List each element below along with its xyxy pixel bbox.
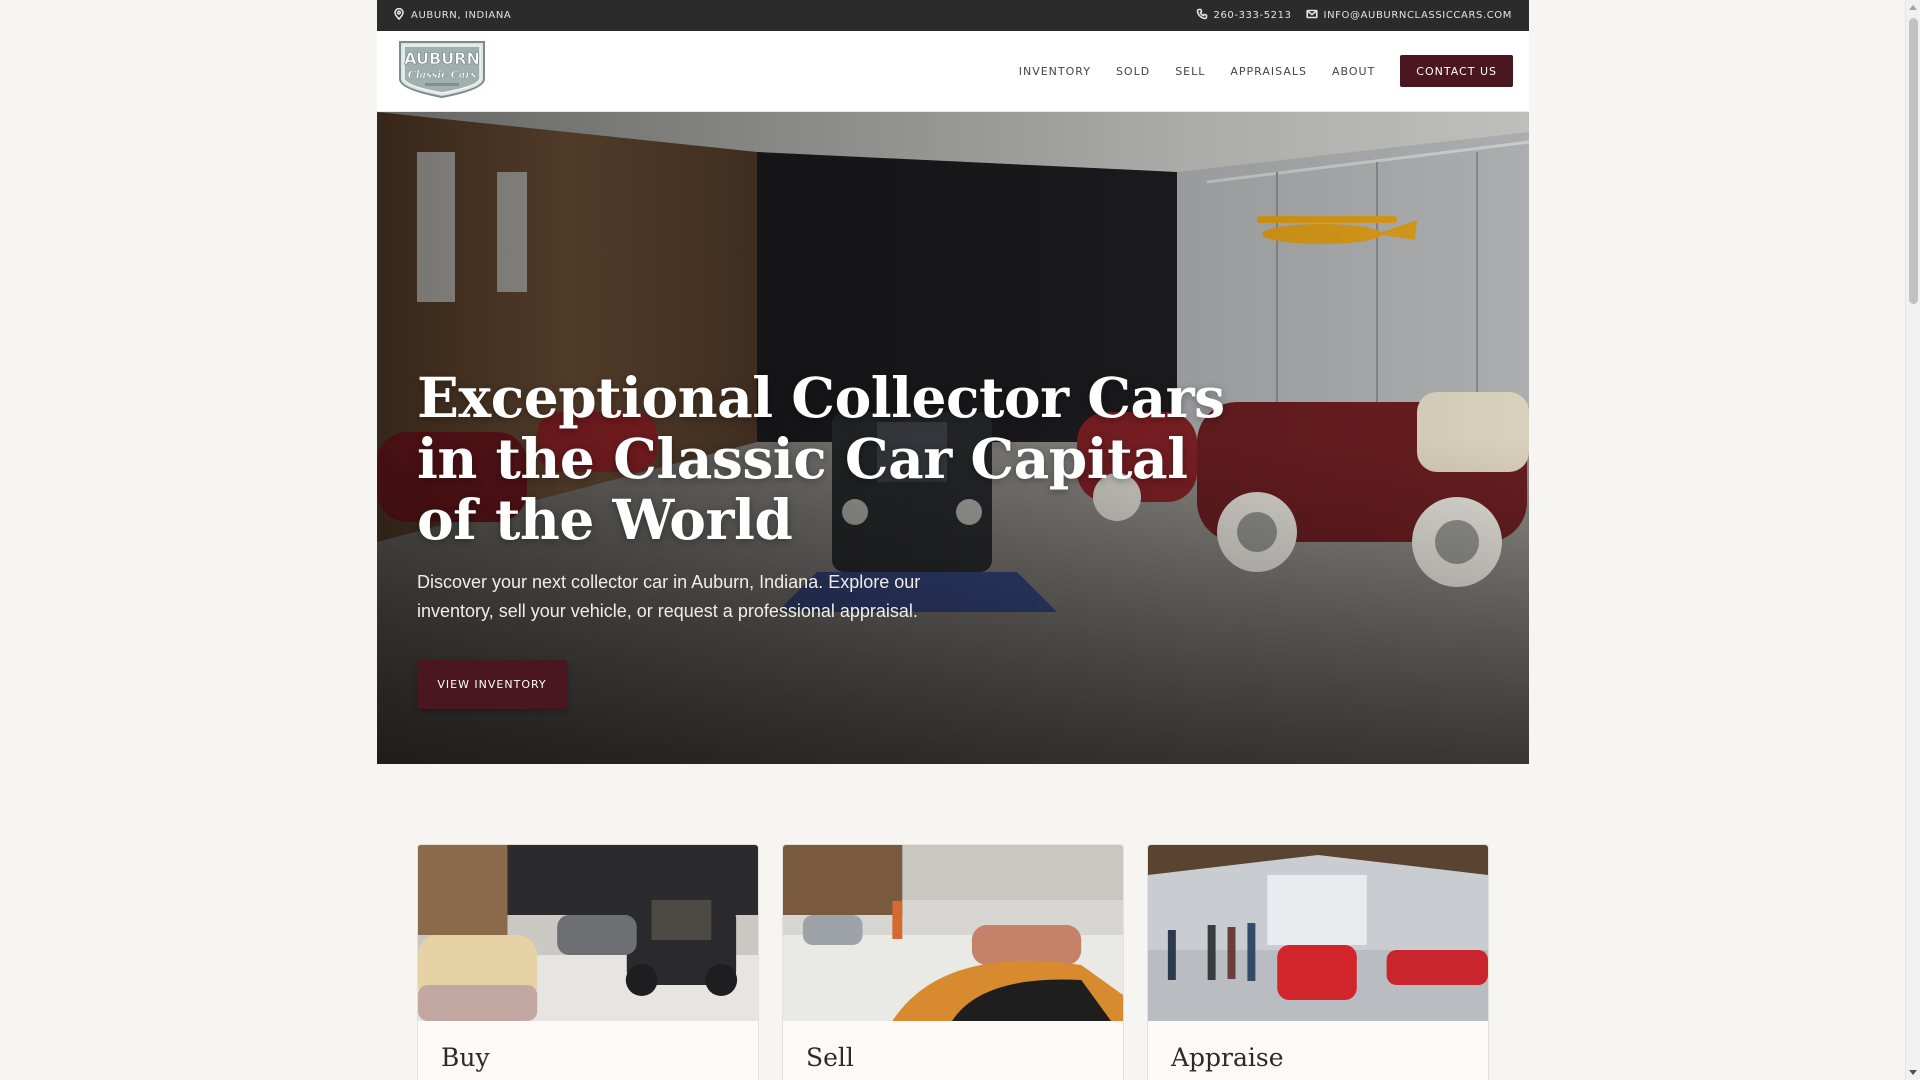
nav-appraisals[interactable]: APPRAISALS [1230, 65, 1307, 78]
nav-sell[interactable]: SELL [1175, 65, 1205, 78]
phone-text: 260-333-5213 [1213, 10, 1292, 21]
main-nav: INVENTORY SOLD SELL APPRAISALS ABOUT CON… [1019, 55, 1513, 87]
hero-banner: Exceptional Collector Cars in the Classi… [377, 112, 1529, 764]
scrollbar-thumb[interactable] [1909, 18, 1918, 304]
service-card-buy[interactable]: Buy [417, 844, 759, 1080]
scroll-up-arrow-icon[interactable] [1909, 5, 1917, 10]
nav-about[interactable]: ABOUT [1332, 65, 1375, 78]
page-scrollbar[interactable] [1905, 0, 1920, 1080]
phone-link[interactable]: 260-333-5213 [1196, 8, 1292, 23]
email-text: INFO@AUBURNCLASSICCARS.COM [1323, 10, 1512, 21]
site-header: AUBURN Classic Cars INVENTORY SOLD SELL … [377, 31, 1529, 112]
nav-sold[interactable]: SOLD [1116, 65, 1150, 78]
view-inventory-button[interactable]: VIEW INVENTORY [417, 660, 567, 709]
scroll-down-arrow-icon[interactable] [1909, 1070, 1917, 1075]
hero-title: Exceptional Collector Cars in the Classi… [417, 365, 1225, 552]
page: AUBURN, INDIANA 260-333-5213 INFO@AUBURN… [0, 0, 1920, 1080]
location-info: AUBURN, INDIANA [393, 7, 512, 23]
card-image-appraise [1148, 845, 1488, 1021]
email-link[interactable]: INFO@AUBURNCLASSICCARS.COM [1305, 8, 1512, 23]
card-image-sell [783, 845, 1123, 1021]
service-card-appraise[interactable]: Appraise [1147, 844, 1489, 1080]
location-text: AUBURN, INDIANA [411, 10, 512, 21]
utility-bar: AUBURN, INDIANA 260-333-5213 INFO@AUBURN… [377, 0, 1529, 31]
phone-icon [1196, 8, 1208, 23]
card-title-buy: Buy [441, 1043, 490, 1072]
card-image-buy [418, 845, 758, 1021]
site-logo[interactable]: AUBURN Classic Cars [397, 39, 487, 99]
contact-us-button[interactable]: CONTACT US [1400, 55, 1513, 87]
svg-text:Classic Cars: Classic Cars [408, 70, 477, 81]
service-card-sell[interactable]: Sell [782, 844, 1124, 1080]
card-title-appraise: Appraise [1171, 1043, 1284, 1072]
hero-subtitle: Discover your next collector car in Aubu… [417, 572, 921, 621]
card-title-sell: Sell [806, 1043, 854, 1072]
nav-inventory[interactable]: INVENTORY [1019, 65, 1091, 78]
svg-text:AUBURN: AUBURN [404, 49, 480, 68]
mail-icon [1305, 8, 1318, 23]
map-pin-icon [393, 7, 405, 23]
hero-content: Exceptional Collector Cars in the Classi… [417, 367, 1237, 626]
